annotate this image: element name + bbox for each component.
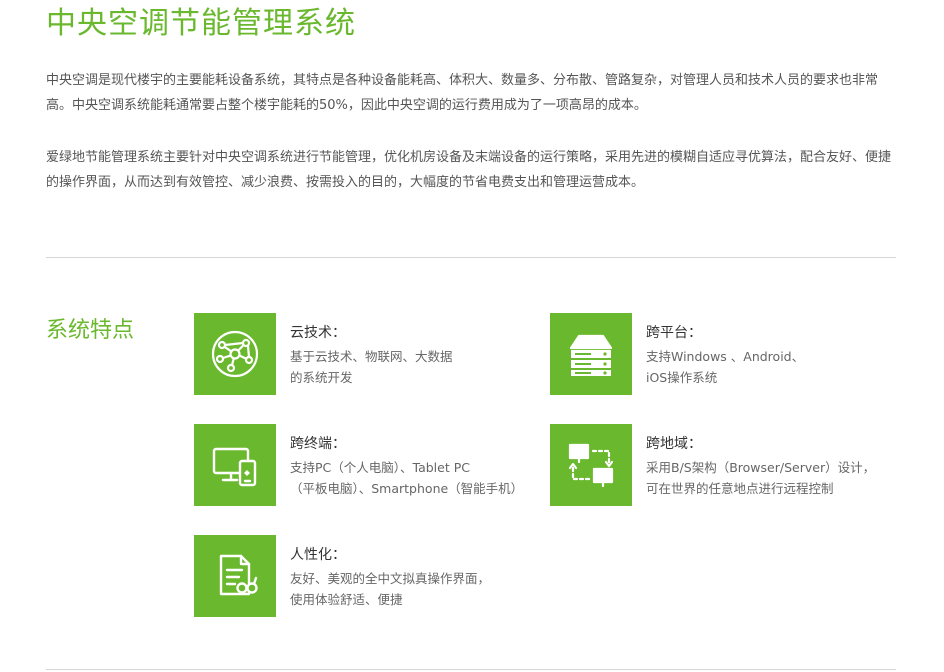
feature-title: 人性化： xyxy=(290,547,346,563)
feature-description: 基于云技术、物联网、大数据 的系统开发 xyxy=(290,346,540,388)
feature-tile xyxy=(550,424,632,506)
feature-terminal: 跨终端： 支持PC（个人电脑）、Tablet PC （平板电脑）、Smartph… xyxy=(194,424,534,506)
feature-tile xyxy=(194,313,276,395)
feature-personal: 人性化： 友好、美观的全中文拟真操作界面， 使用体验舒适、便捷 xyxy=(194,535,534,617)
intro-paragraph-2: 爱绿地节能管理系统主要针对中央空调系统进行节能管理，优化机房设备及末端设备的运行… xyxy=(46,150,892,190)
feature-description-line: （平板电脑）、Smartphone（智能手机） xyxy=(290,481,524,496)
feature-description-line: 采用B/S架构（Browser/Server）设计， xyxy=(646,460,876,475)
server-rack-icon xyxy=(569,334,613,376)
feature-title: 跨地域： xyxy=(646,436,702,452)
feature-description-line: 友好、美观的全中文拟真操作界面， xyxy=(290,571,491,586)
feature-description-line: 使用体验舒适、便捷 xyxy=(290,592,403,607)
feature-tile xyxy=(194,535,276,617)
features-section-title: 系统特点 xyxy=(46,318,135,343)
multi-device-icon xyxy=(212,447,257,487)
feature-description-line: 的系统开发 xyxy=(290,370,353,385)
remote-network-icon xyxy=(568,443,614,488)
intro-text: 中央空调是现代楼宇的主要能耗设备系统，其特点是各种设备能耗高、体积大、数量多、分… xyxy=(46,68,896,222)
feature-description: 支持PC（个人电脑）、Tablet PC （平板电脑）、Smartphone（智… xyxy=(290,457,540,499)
feature-region: 跨地域： 采用B/S架构（Browser/Server）设计， 可在世界的任意地… xyxy=(550,424,890,506)
feature-description-line: 支持Windows 、Android、 xyxy=(646,349,805,364)
page-title: 中央空调节能管理系统 xyxy=(46,6,356,41)
document-edit-icon xyxy=(219,554,258,596)
feature-description-line: 可在世界的任意地点进行远程控制 xyxy=(646,481,834,496)
intro-paragraph-1: 中央空调是现代楼宇的主要能耗设备系统，其特点是各种设备能耗高、体积大、数量多、分… xyxy=(46,73,879,113)
feature-tile xyxy=(194,424,276,506)
cloud-network-icon xyxy=(211,330,259,378)
feature-title: 跨平台： xyxy=(646,325,702,341)
feature-description-line: iOS操作系统 xyxy=(646,370,718,385)
section-divider-top xyxy=(46,257,896,258)
feature-description: 友好、美观的全中文拟真操作界面， 使用体验舒适、便捷 xyxy=(290,568,540,610)
feature-description-line: 基于云技术、物联网、大数据 xyxy=(290,349,453,364)
feature-platform: 跨平台： 支持Windows 、Android、 iOS操作系统 xyxy=(550,313,890,395)
feature-tile xyxy=(550,313,632,395)
feature-title: 跨终端： xyxy=(290,436,346,452)
feature-title: 云技术： xyxy=(290,325,346,341)
feature-description: 采用B/S架构（Browser/Server）设计， 可在世界的任意地点进行远程… xyxy=(646,457,896,499)
feature-description-line: 支持PC（个人电脑）、Tablet PC xyxy=(290,460,470,475)
feature-description: 支持Windows 、Android、 iOS操作系统 xyxy=(646,346,896,388)
section-divider-bottom xyxy=(46,669,896,670)
feature-cloud: 云技术： 基于云技术、物联网、大数据 的系统开发 xyxy=(194,313,534,395)
